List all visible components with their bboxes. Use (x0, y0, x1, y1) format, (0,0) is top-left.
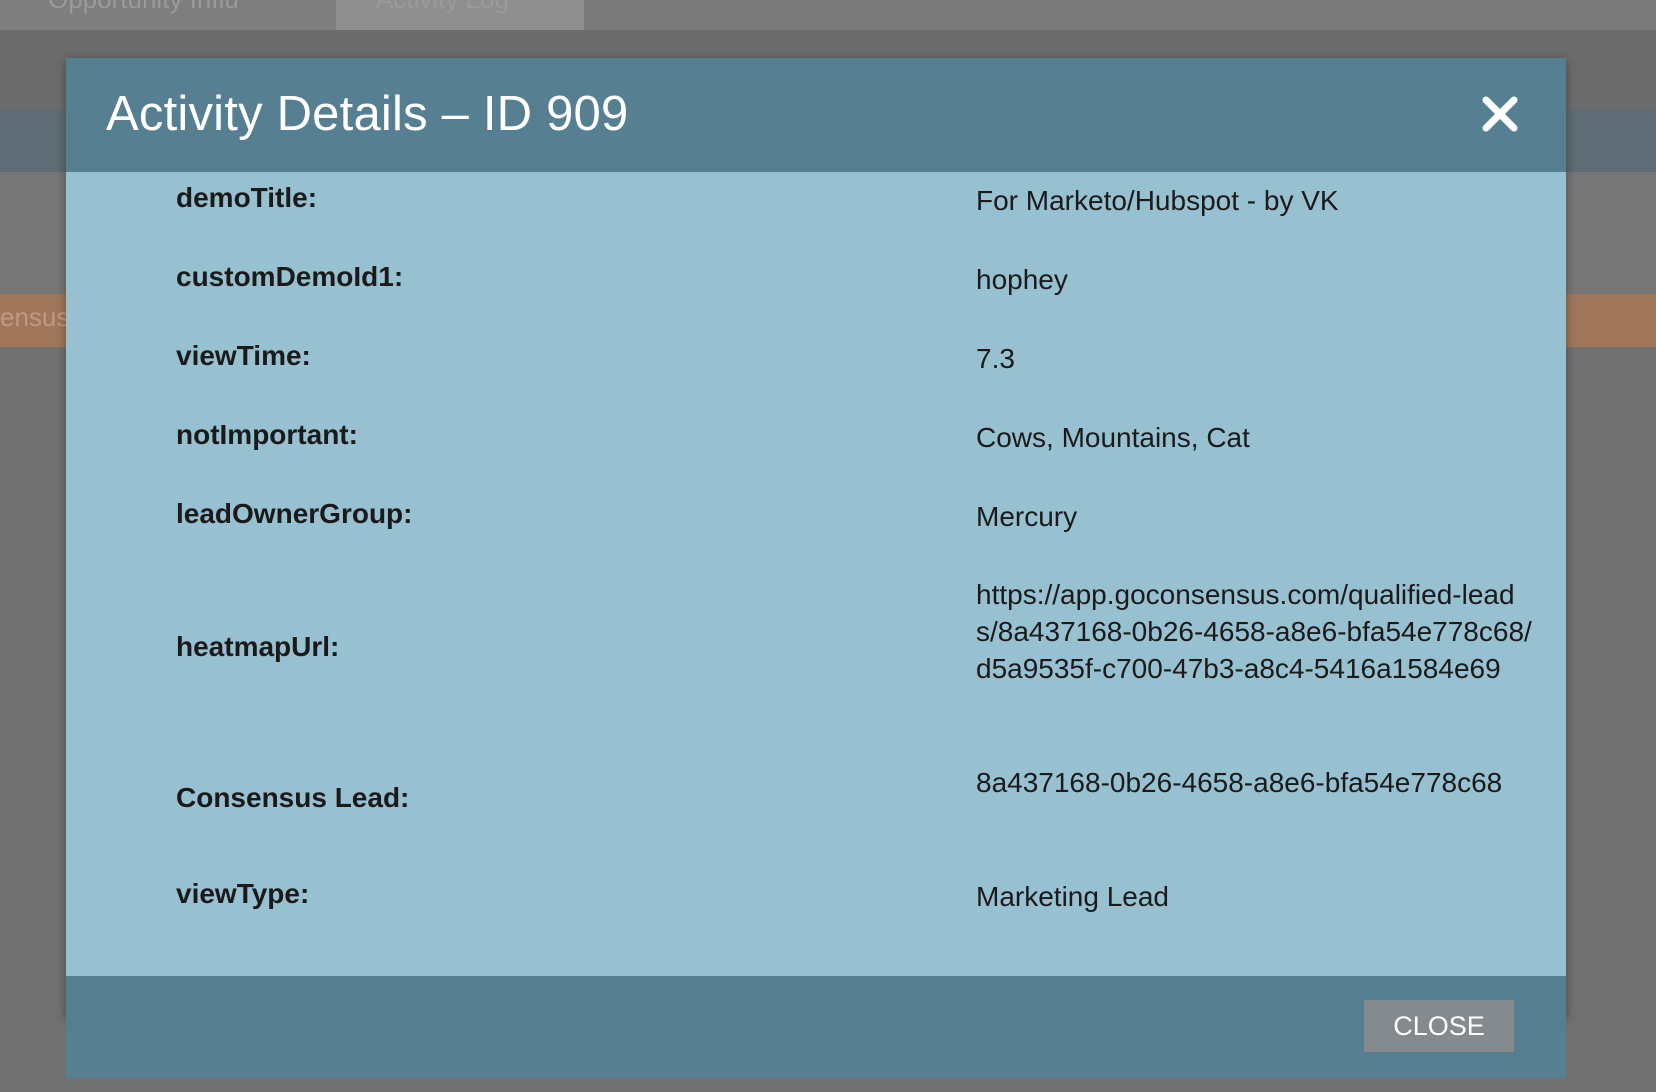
detail-value: Mercury (976, 501, 1078, 532)
detail-label: notImportant: (176, 419, 358, 450)
detail-label: heatmapUrl: (176, 631, 340, 662)
background-tab-1: Opportunity Influ (0, 0, 336, 30)
background-highlight-text: ensus (0, 302, 70, 332)
background-tabstrip: Opportunity Influ Activity Log (0, 0, 1656, 30)
modal-footer: CLOSE (66, 976, 1566, 1078)
modal-body: demoTitle: For Marketo/Hubspot - by VK c… (66, 172, 1566, 976)
detail-value: hophey (976, 264, 1068, 295)
modal-title: Activity Details – ID 909 (106, 87, 629, 141)
modal-header: Activity Details – ID 909 (66, 58, 1566, 172)
background-tab-2: Activity Log (336, 0, 584, 30)
activity-details-modal: Activity Details – ID 909 demoTitle: For… (66, 58, 1566, 1078)
detail-value: https://app.goconsensus.com/qualified-le… (976, 579, 1532, 684)
close-button[interactable]: CLOSE (1364, 1000, 1514, 1052)
detail-label: customDemoId1: (176, 261, 404, 292)
detail-label: demoTitle: (176, 182, 318, 213)
detail-value: 7.3 (976, 343, 1015, 374)
detail-label: viewType: (176, 878, 310, 909)
detail-value: 8a437168-0b26-4658-a8e6-bfa54e778c68 (976, 767, 1503, 798)
background-tab-2-label: Activity Log (376, 0, 509, 15)
background-tab-1-label: Opportunity Influ (48, 0, 239, 15)
close-x-icon[interactable] (1478, 92, 1522, 136)
detail-value: Marketing Lead (976, 881, 1170, 912)
detail-label: Consensus Lead: (176, 782, 410, 813)
detail-label: viewTime: (176, 340, 311, 371)
detail-value: Cows, Mountains, Cat (976, 422, 1250, 453)
detail-label: leadOwnerGroup: (176, 498, 413, 529)
detail-value: For Marketo/Hubspot - by VK (976, 185, 1339, 216)
